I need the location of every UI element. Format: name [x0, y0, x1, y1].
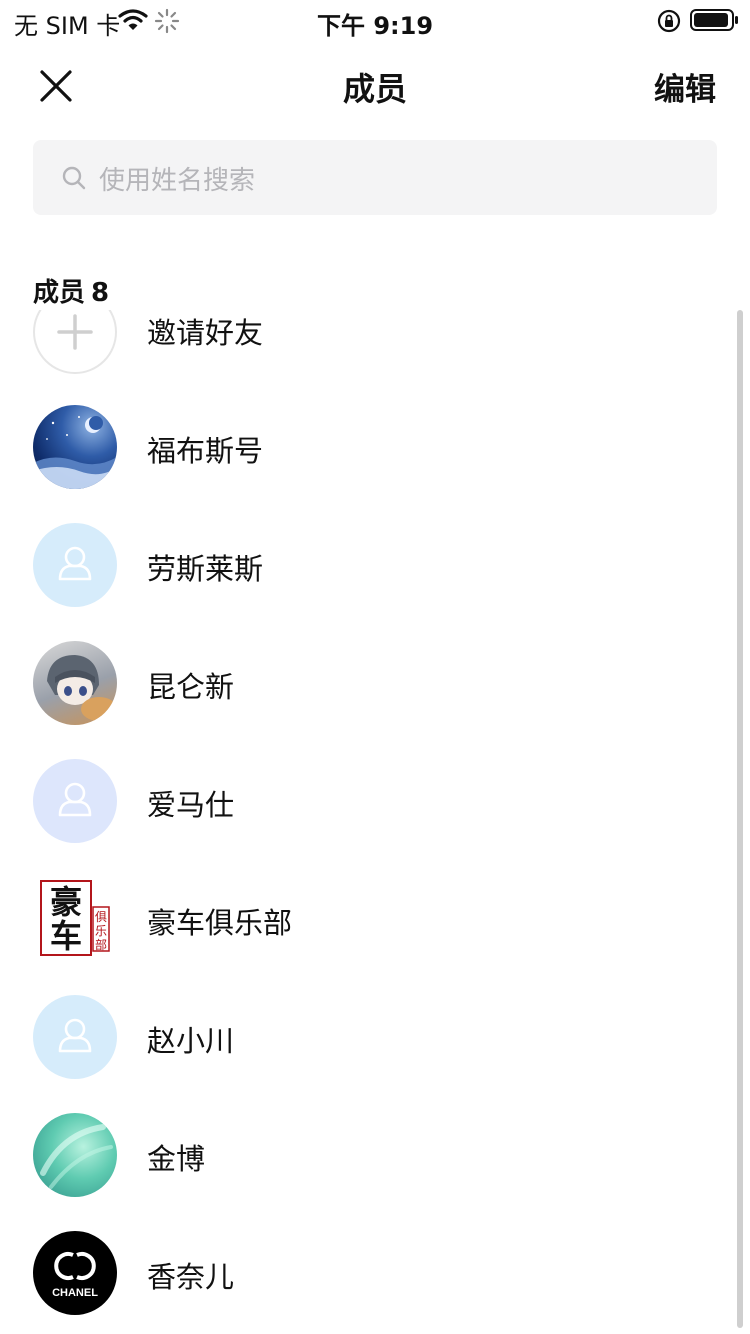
svg-text:俱: 俱: [95, 909, 107, 924]
svg-text:豪: 豪: [50, 883, 82, 921]
member-row[interactable]: 爱马仕: [0, 742, 740, 860]
member-name: 劳斯莱斯: [147, 552, 264, 586]
nav-bar: 成员 编辑: [0, 44, 750, 124]
anime-character-avatar: [33, 641, 117, 725]
edit-button[interactable]: 编辑: [654, 64, 716, 109]
member-row[interactable]: 劳斯莱斯: [0, 506, 740, 624]
member-row[interactable]: 赵小川: [0, 978, 740, 1096]
page-title: 成员: [342, 70, 407, 108]
default-person-avatar: [33, 523, 117, 607]
scrollbar[interactable]: [737, 310, 743, 1328]
member-count-header: 成员 8: [33, 272, 109, 309]
members-page: 无 SIM 卡 下午 9:19 成员 编辑 使用姓名搜索 成员 8 邀请好友 福…: [0, 0, 750, 1334]
member-name: 豪车俱乐部: [147, 906, 293, 940]
member-name: 昆仑新: [147, 670, 235, 704]
calligraphy-seal-avatar: 豪 车 俱 乐 部: [33, 877, 117, 961]
plus-icon: [33, 310, 117, 374]
member-row[interactable]: 金博: [0, 1096, 740, 1214]
member-row[interactable]: 豪 车 俱 乐 部 豪车俱乐部: [0, 860, 740, 978]
member-name: 爱马仕: [147, 788, 235, 822]
invite-friend-label: 邀请好友: [147, 316, 264, 350]
search-placeholder: 使用姓名搜索: [99, 166, 256, 196]
clock-time: 下午 9:19: [316, 12, 434, 40]
default-person-avatar: [33, 759, 117, 843]
invite-friend-row[interactable]: 邀请好友: [0, 310, 740, 388]
section-label: 成员: [33, 278, 86, 308]
teal-gradient-avatar: [33, 1113, 117, 1197]
orientation-lock-icon: [656, 8, 682, 38]
member-row[interactable]: 昆仑新: [0, 624, 740, 742]
member-row[interactable]: 福布斯号: [0, 388, 740, 506]
member-row[interactable]: CHANEL 香奈儿: [0, 1214, 740, 1332]
member-name: 香奈儿: [147, 1260, 235, 1294]
member-count: 8: [91, 278, 110, 308]
chanel-logo-avatar: CHANEL: [33, 1231, 117, 1315]
night-sky-moon-avatar: [33, 405, 117, 489]
svg-text:车: 车: [50, 917, 82, 955]
search-input[interactable]: 使用姓名搜索: [33, 140, 717, 215]
member-name: 赵小川: [147, 1024, 235, 1058]
member-name: 福布斯号: [147, 434, 264, 468]
svg-text:乐: 乐: [95, 924, 107, 938]
svg-text:部: 部: [95, 937, 107, 952]
status-bar: 无 SIM 卡 下午 9:19: [0, 0, 750, 40]
battery-icon: [690, 8, 740, 36]
default-person-avatar: [33, 995, 117, 1079]
member-name: 金博: [147, 1142, 206, 1176]
search-icon: [61, 165, 87, 195]
member-list: 邀请好友 福布斯号 劳斯莱斯 昆仑新 爱马仕 豪 车 俱 乐 部 豪车俱乐部 赵…: [0, 310, 750, 1334]
brand-logo-text: CHANEL: [52, 1287, 98, 1299]
